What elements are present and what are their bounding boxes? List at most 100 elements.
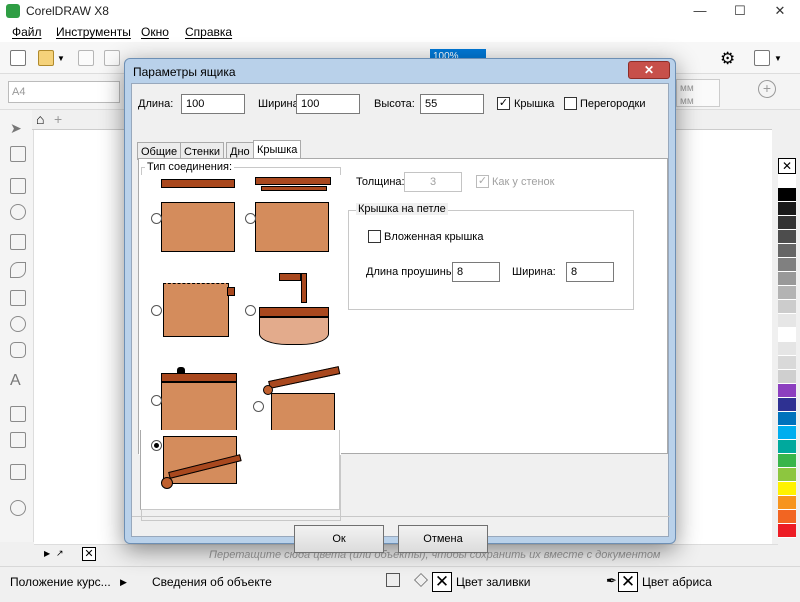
color-swatch[interactable] (778, 244, 796, 258)
color-swatch[interactable] (778, 440, 796, 454)
new-document-icon[interactable] (10, 50, 26, 66)
same-as-walls-checkbox[interactable]: ✓ (476, 175, 489, 188)
hinge-icon (177, 367, 185, 373)
menu-help[interactable]: Справка (185, 25, 232, 39)
maximize-icon[interactable]: ☐ (720, 0, 760, 22)
color-swatch[interactable] (778, 398, 796, 412)
no-color-swatch-icon[interactable]: ✕ (778, 158, 796, 174)
polygon-tool-icon[interactable] (10, 342, 26, 358)
color-swatch[interactable] (778, 328, 796, 342)
menu-window[interactable]: Окно (141, 25, 169, 39)
shape-tool-icon[interactable] (10, 146, 26, 162)
color-settings-icon[interactable] (386, 573, 400, 587)
no-fill-icon[interactable]: ✕ (432, 572, 452, 592)
menu-tools[interactable]: Инструменты (56, 25, 131, 39)
rectangle-tool-icon[interactable] (10, 290, 26, 306)
cancel-button[interactable]: Отмена (398, 525, 488, 553)
color-swatch[interactable] (778, 202, 796, 216)
home-icon[interactable]: ⌂ (36, 111, 44, 127)
menu-file[interactable]: Файл (12, 25, 42, 39)
open-folder-icon[interactable] (38, 50, 54, 66)
color-swatch[interactable] (778, 300, 796, 314)
play-arrow-icon[interactable]: ▶ (44, 549, 50, 558)
color-swatch[interactable] (778, 370, 796, 384)
joint-radio-7[interactable] (151, 440, 162, 451)
ellipse-tool-icon[interactable] (10, 316, 26, 332)
joint-radio-5[interactable] (151, 395, 162, 406)
partitions-checkbox[interactable] (564, 97, 577, 110)
crop-tool-icon[interactable] (10, 178, 26, 194)
color-swatch[interactable] (778, 188, 796, 202)
artistic-media-icon[interactable] (10, 262, 26, 278)
color-swatch[interactable] (778, 314, 796, 328)
add-icon[interactable]: + (758, 80, 776, 98)
minimize-icon[interactable]: — (680, 0, 720, 22)
dimension-tool-icon[interactable] (10, 406, 26, 422)
launch-icon[interactable] (754, 50, 770, 66)
chevron-down-icon[interactable]: ▼ (774, 54, 782, 63)
joint-radio-2[interactable] (245, 213, 256, 224)
thickness-input[interactable]: 3 (404, 172, 462, 192)
no-color-icon[interactable]: ✕ (82, 547, 96, 561)
add-tool-icon[interactable] (10, 500, 26, 516)
pen-nib-icon[interactable]: ✒ (606, 573, 617, 589)
box-illustration (259, 317, 329, 345)
color-swatch[interactable] (778, 272, 796, 286)
dialog-close-icon[interactable]: ✕ (628, 61, 670, 79)
joint-radio-6[interactable] (253, 401, 264, 412)
color-swatch[interactable] (778, 510, 796, 524)
save-icon[interactable] (78, 50, 94, 66)
lid-checkbox[interactable]: ✓ (497, 97, 510, 110)
eyedropper-icon[interactable]: ↗ (56, 548, 64, 559)
color-swatch[interactable] (778, 454, 796, 468)
color-swatch[interactable] (778, 356, 796, 370)
color-swatch[interactable] (778, 286, 796, 300)
gear-icon[interactable]: ⚙ (720, 49, 735, 69)
hinge-icon (161, 477, 173, 489)
object-info: Сведения об объекте (152, 575, 272, 589)
divider (132, 516, 670, 517)
pick-tool-icon[interactable]: ➤ (10, 120, 26, 136)
fill-bucket-icon[interactable] (414, 573, 428, 587)
no-outline-icon[interactable]: ✕ (618, 572, 638, 592)
length-input[interactable]: 100 (181, 94, 245, 114)
color-swatch[interactable] (778, 496, 796, 510)
print-icon[interactable] (104, 50, 120, 66)
outline-label: Цвет абриса (642, 575, 712, 589)
text-tool-icon[interactable]: A (10, 372, 21, 390)
loop-width-input[interactable]: 8 (566, 262, 614, 282)
joint-radio-4[interactable] (245, 305, 256, 316)
shadow-tool-icon[interactable] (10, 464, 26, 480)
ok-button[interactable]: Ок (294, 525, 384, 553)
color-swatch[interactable] (778, 230, 796, 244)
color-swatch[interactable] (778, 384, 796, 398)
inset-lid-checkbox[interactable] (368, 230, 381, 243)
color-swatch[interactable] (778, 174, 796, 188)
height-label: Высота: (374, 98, 415, 110)
tab-lid[interactable]: Крышка (253, 140, 302, 160)
paper-size-field[interactable]: A4 (8, 81, 120, 103)
close-icon[interactable]: ✕ (760, 0, 800, 22)
new-tab-icon[interactable]: + (54, 111, 62, 127)
zoom-tool-icon[interactable] (10, 204, 26, 220)
width-input[interactable]: 100 (296, 94, 360, 114)
color-swatch[interactable] (778, 426, 796, 440)
color-swatch[interactable] (778, 258, 796, 272)
height-input[interactable]: 55 (420, 94, 484, 114)
color-swatch[interactable] (778, 524, 796, 538)
color-swatch[interactable] (778, 342, 796, 356)
color-swatch[interactable] (778, 482, 796, 496)
unit-field[interactable]: мм (676, 93, 720, 107)
color-swatch[interactable] (778, 412, 796, 426)
freehand-tool-icon[interactable] (10, 234, 26, 250)
joint-radio-1[interactable] (151, 213, 162, 224)
chevron-down-icon[interactable]: ▼ (57, 54, 65, 63)
play-arrow-icon[interactable]: ▶ (120, 577, 127, 588)
color-swatch[interactable] (778, 468, 796, 482)
joint-radio-3[interactable] (151, 305, 162, 316)
color-swatch[interactable] (778, 216, 796, 230)
connector-tool-icon[interactable] (10, 432, 26, 448)
dialog-title: Параметры ящика (133, 65, 236, 79)
color-palette[interactable] (778, 174, 796, 554)
loop-length-input[interactable]: 8 (452, 262, 500, 282)
